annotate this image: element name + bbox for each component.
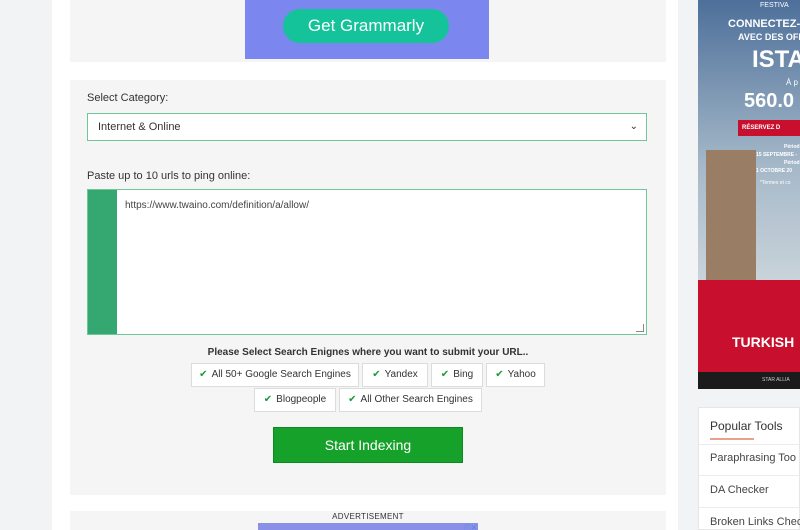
ad-text-festival: FESTIVA xyxy=(760,2,789,9)
divider xyxy=(699,444,800,445)
check-icon: ✔ xyxy=(263,394,273,405)
engine-yandex[interactable]: ✔ Yandex xyxy=(362,363,428,387)
top-advertisement: Get Grammarly xyxy=(70,0,666,62)
check-icon: ✔ xyxy=(440,369,450,380)
engine-bing[interactable]: ✔ Bing xyxy=(431,363,483,387)
ping-form-panel: Select Category: Internet & Online ⌄ Pas… xyxy=(70,80,666,495)
category-select[interactable]: Internet & Online ⌄ xyxy=(87,113,647,141)
check-icon: ✔ xyxy=(199,369,208,380)
ad-text-period2: Périod xyxy=(784,160,800,166)
ad-book-ribbon: RÉSERVEZ D xyxy=(738,120,800,136)
ad-text-connect: CONNECTEZ-V xyxy=(728,18,800,30)
engine-label: Blogpeople xyxy=(276,394,327,405)
popular-tool-da-checker[interactable]: DA Checker xyxy=(710,484,769,496)
engine-label: Yandex xyxy=(384,369,418,380)
category-selected-value: Internet & Online xyxy=(98,121,181,133)
ad-text-dates2: 1 OCTOBRE 20 xyxy=(756,168,793,174)
engine-label: Yahoo xyxy=(507,369,536,380)
line-number-gutter xyxy=(88,190,117,334)
chevron-down-icon: ⌄ xyxy=(629,121,638,132)
ad-close-icon[interactable]: ⓘ✕ xyxy=(464,523,477,530)
get-grammarly-button[interactable]: Get Grammarly xyxy=(283,9,449,43)
ad-text-period: Périod xyxy=(784,144,800,150)
engine-yahoo[interactable]: ✔ Yahoo xyxy=(486,363,545,387)
popular-tool-paraphrasing[interactable]: Paraphrasing Too xyxy=(710,452,796,464)
resize-handle-icon[interactable] xyxy=(636,324,644,332)
ad-footer: STAR ALLIA xyxy=(698,372,800,389)
main-content: Get Grammarly Select Category: Internet … xyxy=(52,0,678,530)
divider xyxy=(699,475,800,476)
ad-text-dates1: 15 SEPTEMBRE - xyxy=(756,152,798,158)
engine-all-other[interactable]: ✔ All Other Search Engines xyxy=(339,388,482,412)
ad-text-price: 560.0 xyxy=(744,90,795,112)
category-label: Select Category: xyxy=(87,92,169,104)
advertisement-label: ADVERTISEMENT xyxy=(332,512,404,521)
check-icon: ✔ xyxy=(348,394,357,405)
popular-tools-widget: Popular Tools Paraphrasing Too DA Checke… xyxy=(698,407,800,530)
sidebar-advertisement[interactable]: FESTIVA CONNECTEZ-V AVEC DES OFF ISTA À … xyxy=(698,0,800,389)
ad-text-from: À p xyxy=(786,78,799,87)
ad-text-terms: *Termes et co xyxy=(760,180,791,186)
engine-label: Bing xyxy=(453,369,474,380)
bottom-advertisement: ADVERTISEMENT ⓘ✕ xyxy=(70,511,666,530)
start-indexing-button[interactable]: Start Indexing xyxy=(273,427,463,463)
engine-label: All Other Search Engines xyxy=(360,394,473,405)
engine-label: All 50+ Google Search Engines xyxy=(211,369,351,380)
engine-google[interactable]: ✔ All 50+ Google Search Engines xyxy=(191,363,359,387)
popular-tools-title: Popular Tools xyxy=(710,419,783,433)
tower-illustration xyxy=(706,150,756,280)
urls-text: https://www.twaino.com/definition/a/allo… xyxy=(125,200,309,211)
popular-tool-broken-links[interactable]: Broken Links Chec xyxy=(710,516,800,528)
title-underline xyxy=(710,438,754,440)
engine-blogpeople[interactable]: ✔ Blogpeople xyxy=(254,388,336,412)
ad-banner-strip[interactable] xyxy=(258,523,478,530)
ad-text-istanbul: ISTA xyxy=(752,46,800,73)
check-icon: ✔ xyxy=(495,369,504,380)
urls-label: Paste up to 10 urls to ping online: xyxy=(87,170,251,182)
divider xyxy=(699,507,800,508)
grammarly-banner[interactable]: Get Grammarly xyxy=(245,0,489,59)
ad-text-offers: AVEC DES OFF xyxy=(738,32,800,42)
urls-textarea[interactable]: https://www.twaino.com/definition/a/allo… xyxy=(87,189,647,335)
ad-brand: TURKISH xyxy=(732,334,795,350)
engines-title: Please Select Search Enignes where you w… xyxy=(207,347,529,358)
check-icon: ✔ xyxy=(372,369,381,380)
